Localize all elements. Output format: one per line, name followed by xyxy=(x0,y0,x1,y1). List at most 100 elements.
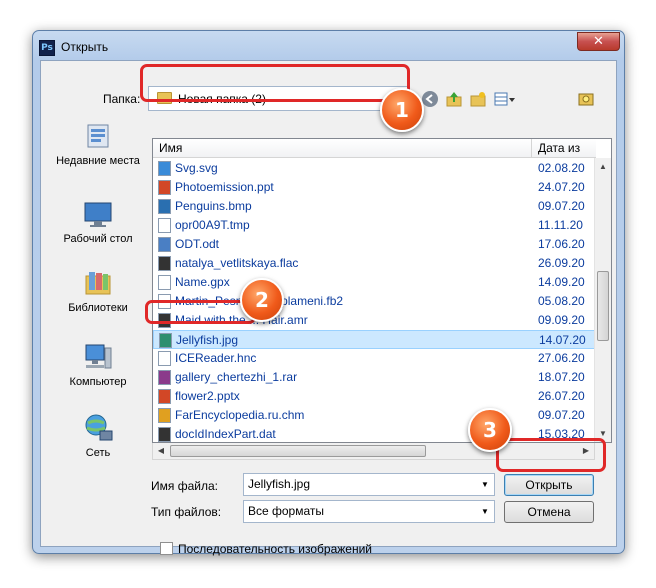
file-name: gallery_chertezhi_1.rar xyxy=(175,370,298,384)
file-date: 14.07.20 xyxy=(539,333,586,347)
dialog-title: Открыть xyxy=(61,40,109,54)
file-date: 02.08.20 xyxy=(538,161,585,175)
callout-highlight-open xyxy=(496,438,606,472)
sequence-checkbox[interactable] xyxy=(160,542,173,555)
libraries-icon xyxy=(82,268,114,298)
file-row[interactable]: Penguins.bmp 09.07.20 xyxy=(153,197,596,216)
file-row[interactable]: flower2.pptx 26.07.20 xyxy=(153,387,596,406)
sequence-label: Последовательность изображений xyxy=(178,542,373,556)
file-row[interactable]: Svg.svg 02.08.20 xyxy=(153,159,596,178)
file-name: Name.gpx xyxy=(175,275,230,289)
file-icon xyxy=(158,256,171,271)
file-name: opr00A9T.tmp xyxy=(175,218,250,232)
column-header-name[interactable]: Имя xyxy=(153,139,532,158)
file-date: 14.09.20 xyxy=(538,275,585,289)
place-label: Недавние места xyxy=(56,155,140,167)
file-name: ICEReader.hnc xyxy=(175,351,257,365)
file-name: Penguins.bmp xyxy=(175,199,252,213)
file-row[interactable]: ICEReader.hnc 27.06.20 xyxy=(153,349,596,368)
folder-label: Папка: xyxy=(103,92,141,106)
file-icon xyxy=(158,161,171,176)
network-icon xyxy=(82,413,114,443)
file-date: 26.09.20 xyxy=(538,256,585,270)
filetype-label: Тип файлов: xyxy=(151,505,222,519)
file-icon xyxy=(158,427,171,442)
file-date: 05.08.20 xyxy=(538,294,585,308)
file-date: 17.06.20 xyxy=(538,237,585,251)
file-name: flower2.pptx xyxy=(175,389,240,403)
file-icon xyxy=(158,408,171,423)
callout-highlight-folder xyxy=(140,64,410,102)
scroll-left-icon[interactable]: ◀ xyxy=(153,443,169,459)
filetype-select[interactable]: Все форматы ▼ xyxy=(243,500,495,523)
place-computer[interactable]: Компьютер xyxy=(50,342,146,389)
file-icon xyxy=(158,180,171,195)
up-folder-icon[interactable] xyxy=(445,90,463,108)
file-row[interactable]: gallery_chertezhi_1.rar 18.07.20 xyxy=(153,368,596,387)
file-date: 24.07.20 xyxy=(538,180,585,194)
place-recent[interactable]: Недавние места xyxy=(50,121,146,168)
file-name: FarEncyclopedia.ru.chm xyxy=(175,408,305,422)
file-icon xyxy=(158,199,171,214)
file-name: ODT.odt xyxy=(175,237,220,251)
view-menu-icon[interactable] xyxy=(493,90,517,108)
filename-input[interactable]: Jellyfish.jpg ▼ xyxy=(243,473,495,496)
recent-places-icon xyxy=(82,121,114,151)
file-date: 18.07.20 xyxy=(538,370,585,384)
open-file-dialog: Ps Открыть ✕ Папка: Новая папка (2) Неда… xyxy=(32,30,625,556)
column-header-date[interactable]: Дата из xyxy=(532,139,596,158)
file-name: Photoemission.ppt xyxy=(175,180,274,194)
place-libraries[interactable]: Библиотеки xyxy=(50,268,146,315)
dialog-body: Папка: Новая папка (2) Недавние места Ра… xyxy=(40,60,617,556)
place-desktop[interactable]: Рабочий стол xyxy=(50,199,146,246)
file-date: 27.06.20 xyxy=(538,351,585,365)
file-name: natalya_vetlitskaya.flac xyxy=(175,256,299,270)
file-row[interactable]: natalya_vetlitskaya.flac 26.09.20 xyxy=(153,254,596,273)
file-name: Svg.svg xyxy=(175,161,218,175)
preview-icon[interactable] xyxy=(577,90,595,108)
chevron-down-icon[interactable]: ▼ xyxy=(478,477,492,493)
hscroll-thumb[interactable] xyxy=(170,445,426,457)
file-row[interactable]: opr00A9T.tmp 11.11.20 xyxy=(153,216,596,235)
vertical-scrollbar[interactable]: ▲ ▼ xyxy=(594,158,611,442)
filename-label: Имя файла: xyxy=(151,479,218,493)
file-row[interactable]: ODT.odt 17.06.20 xyxy=(153,235,596,254)
place-label: Компьютер xyxy=(69,376,127,388)
chevron-down-icon[interactable]: ▼ xyxy=(478,504,492,520)
place-label: Библиотеки xyxy=(68,302,128,314)
callout-badge-2: 2 xyxy=(240,278,284,322)
file-icon xyxy=(159,333,172,348)
file-row[interactable]: Jellyfish.jpg 14.07.20 xyxy=(153,330,596,349)
filetype-value: Все форматы xyxy=(248,504,325,518)
file-list[interactable]: Имя Дата из Svg.svg 02.08.20 Photoemission… xyxy=(152,138,612,443)
file-date: 09.09.20 xyxy=(538,313,585,327)
desktop-icon xyxy=(82,199,114,229)
cancel-button[interactable]: Отмена xyxy=(504,501,594,523)
new-folder-icon[interactable] xyxy=(469,90,487,108)
place-network[interactable]: Сеть xyxy=(50,413,146,460)
file-name: docIdIndexPart.dat xyxy=(175,427,276,441)
file-row[interactable]: Name.gpx 14.09.20 xyxy=(153,273,596,292)
file-icon xyxy=(158,351,171,366)
title-bar[interactable]: Ps Открыть ✕ xyxy=(33,31,624,59)
file-icon xyxy=(158,389,171,404)
computer-icon xyxy=(82,342,114,372)
file-icon xyxy=(158,237,171,252)
place-label: Рабочий стол xyxy=(63,233,133,245)
open-button[interactable]: Открыть xyxy=(504,474,594,496)
photoshop-app-icon: Ps xyxy=(39,40,55,56)
file-icon xyxy=(158,370,171,385)
back-icon[interactable] xyxy=(421,90,439,108)
file-row[interactable]: Photoemission.ppt 24.07.20 xyxy=(153,178,596,197)
scroll-thumb[interactable] xyxy=(597,271,609,341)
close-button[interactable]: ✕ xyxy=(577,32,620,51)
file-icon xyxy=(158,218,171,233)
filename-value: Jellyfish.jpg xyxy=(248,477,311,491)
file-row[interactable]: FarEncyclopedia.ru.chm 09.07.20 xyxy=(153,406,596,425)
file-date: 09.07.20 xyxy=(538,199,585,213)
scroll-up-icon[interactable]: ▲ xyxy=(595,158,611,175)
file-date: 09.07.20 xyxy=(538,408,585,422)
callout-badge-1: 1 xyxy=(380,88,424,132)
file-name: Jellyfish.jpg xyxy=(176,333,239,347)
callout-badge-3: 3 xyxy=(468,408,512,452)
